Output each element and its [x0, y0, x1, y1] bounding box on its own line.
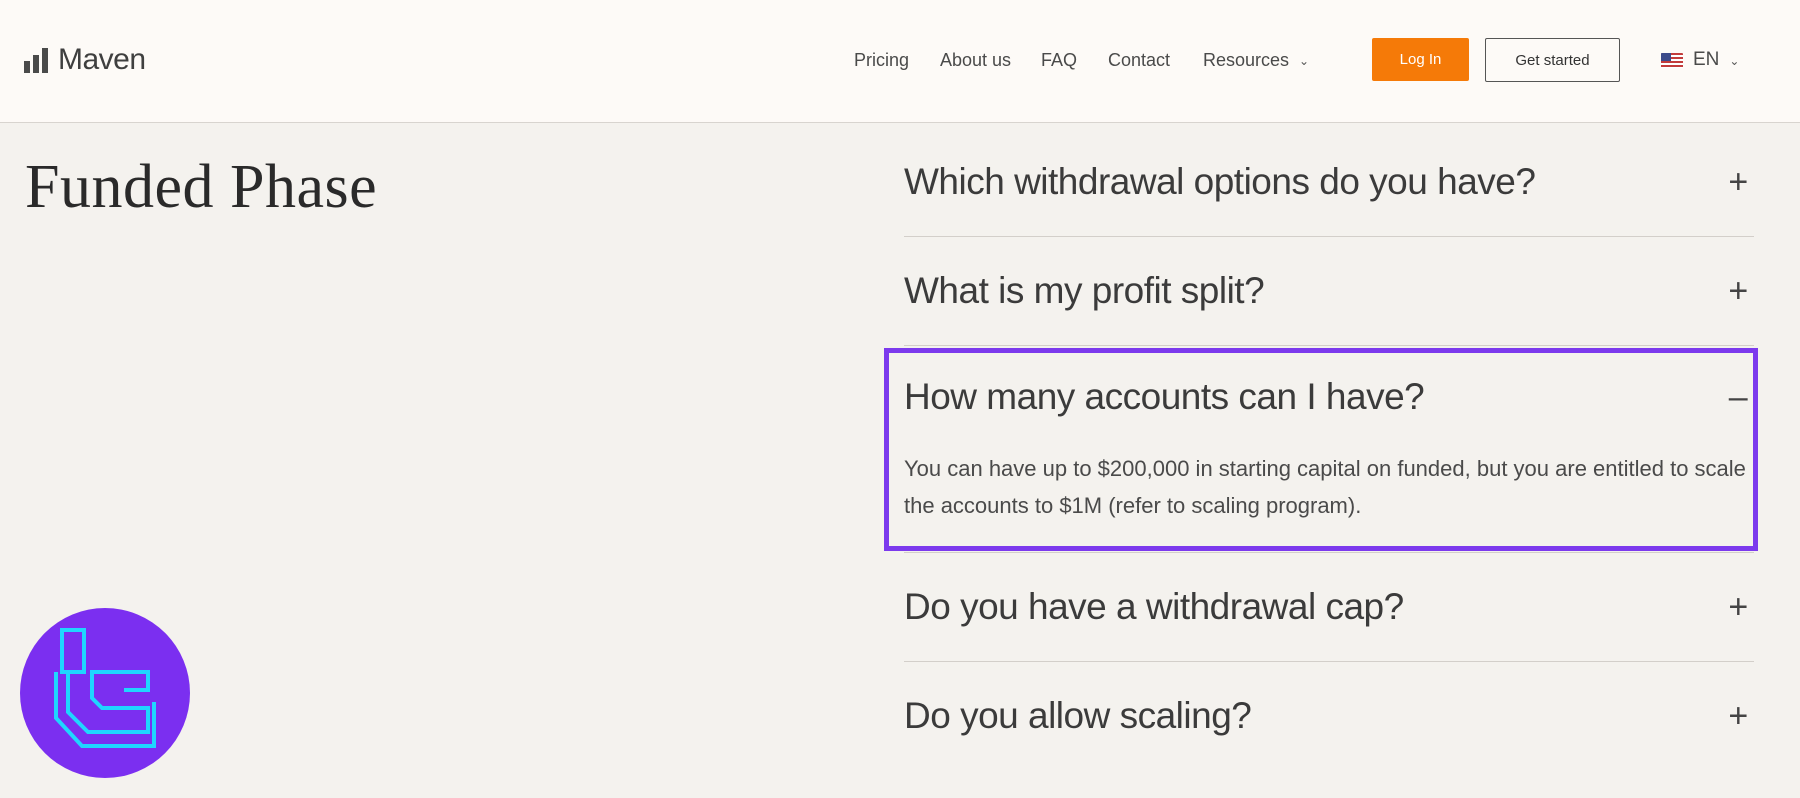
faq-question: What is my profit split? [904, 270, 1265, 311]
logo-text: Maven [58, 43, 146, 76]
faq-item-expanded[interactable]: How many accounts can I have? – You can … [904, 346, 1754, 553]
chevron-down-icon: ⌄ [1299, 54, 1310, 68]
language-selector[interactable]: EN ⌄ [1661, 46, 1739, 74]
language-label: EN [1693, 49, 1720, 70]
faq-item[interactable]: Do you allow scaling? + [904, 662, 1754, 770]
faq-question-row[interactable]: How many accounts can I have? – [904, 346, 1754, 438]
nav-link-contact[interactable]: Contact [1108, 46, 1170, 74]
faq-question: Which withdrawal options do you have? [904, 161, 1536, 202]
nav-link-pricing[interactable]: Pricing [854, 46, 909, 74]
faq-question: How many accounts can I have? [904, 376, 1425, 417]
maven-logo[interactable]: Maven [24, 42, 146, 78]
faq-question: Do you allow scaling? [904, 695, 1252, 736]
faq-question-row[interactable]: Do you have a withdrawal cap? + [904, 553, 1754, 661]
faq-item[interactable]: What is my profit split? + [904, 237, 1754, 346]
get-started-button[interactable]: Get started [1485, 38, 1620, 82]
nav-resources-label: Resources [1203, 49, 1290, 70]
expand-plus-icon[interactable]: + [1726, 272, 1750, 311]
expand-plus-icon[interactable]: + [1726, 697, 1750, 736]
faq-item[interactable]: Which withdrawal options do you have? + [904, 128, 1754, 237]
nav-link-about-us[interactable]: About us [940, 46, 1011, 74]
us-flag-icon [1661, 52, 1683, 68]
nav-link-faq[interactable]: FAQ [1041, 46, 1077, 74]
expand-plus-icon[interactable]: + [1726, 163, 1750, 202]
bar-chart-logo-icon [24, 47, 48, 73]
site-header: Maven Pricing About us FAQ Contact Resou… [0, 0, 1800, 123]
collapse-minus-icon[interactable]: – [1726, 378, 1750, 417]
faq-item[interactable]: Do you have a withdrawal cap? + [904, 553, 1754, 662]
chevron-down-icon: ⌄ [1729, 54, 1740, 68]
nav-dropdown-resources[interactable]: Resources ⌄ [1203, 46, 1309, 74]
faq-question-row[interactable]: Do you allow scaling? + [904, 662, 1754, 770]
section-title: Funded Phase [25, 153, 378, 221]
tc-badge-icon [20, 608, 190, 778]
faq-question-row[interactable]: Which withdrawal options do you have? + [904, 128, 1754, 236]
faq-question: Do you have a withdrawal cap? [904, 586, 1404, 627]
tc-badge-glyph [54, 628, 156, 748]
expand-plus-icon[interactable]: + [1726, 588, 1750, 627]
login-button[interactable]: Log In [1372, 38, 1469, 81]
faq-answer: You can have up to $200,000 in starting … [904, 456, 1746, 518]
faq-question-row[interactable]: What is my profit split? + [904, 237, 1754, 345]
faq-accordion: Which withdrawal options do you have? + … [904, 128, 1754, 770]
